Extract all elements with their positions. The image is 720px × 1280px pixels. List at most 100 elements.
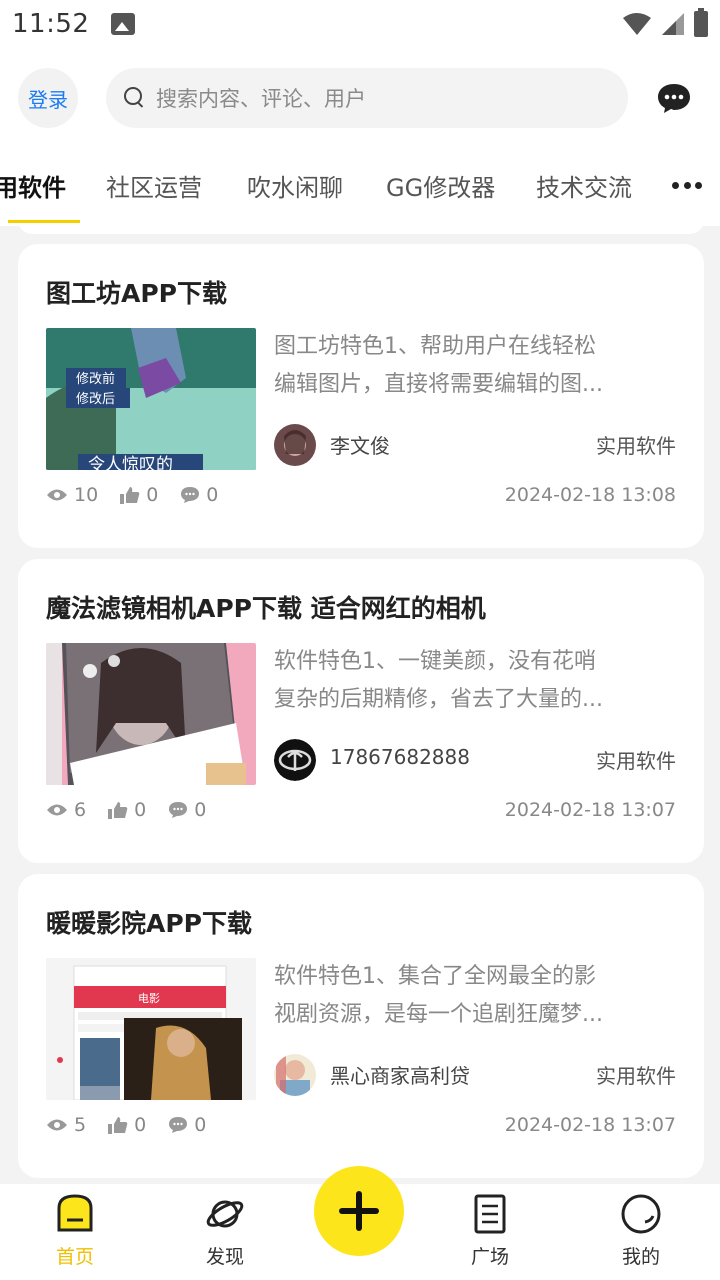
post-timestamp: 2024-02-18 13:07	[504, 799, 676, 821]
comment-icon	[169, 1117, 188, 1133]
comment-icon	[181, 487, 200, 503]
comments-count: 0	[194, 799, 207, 821]
likes-count: 0	[134, 1114, 147, 1136]
post-excerpt: 图工坊特色1、帮助用户在线轻松 编辑图片，直接将需要编辑的图...	[274, 328, 674, 404]
views-stat: 10	[46, 484, 98, 506]
eye-icon	[47, 804, 67, 816]
plus-icon	[339, 1191, 379, 1231]
excerpt-line: 软件特色1、一键美颜，没有花哨	[274, 649, 596, 674]
home-icon	[57, 1194, 93, 1232]
nav-discover-label: 发现	[205, 1246, 244, 1268]
more-icon[interactable]	[672, 182, 702, 190]
comment-icon	[169, 802, 188, 818]
views-count: 6	[74, 799, 87, 821]
thumbs-up-icon	[108, 1117, 128, 1134]
likes-stat[interactable]: 0	[108, 799, 146, 821]
gallery-notification-icon	[111, 13, 136, 35]
post-excerpt: 软件特色1、一键美颜，没有花哨 复杂的后期精修，省去了大量的...	[274, 643, 674, 719]
post-category[interactable]: 实用软件	[596, 430, 676, 459]
thumb-text-after: 修改后	[76, 392, 115, 407]
thumb-text-movie: 电影	[138, 992, 160, 1005]
eye-icon	[47, 1119, 67, 1131]
views-stat: 6	[46, 799, 86, 821]
avatar[interactable]	[274, 424, 316, 466]
nav-mine[interactable]: 我的	[591, 1194, 691, 1269]
search-input[interactable]: 搜索内容、评论、用户	[106, 68, 628, 128]
thumbs-up-icon	[108, 802, 128, 819]
thumbs-up-icon	[120, 487, 140, 504]
post-card[interactable]: 图工坊APP下载 修改前 修改后 令人惊叹的 图工坊特色1、帮助用户在线轻松 编…	[18, 244, 704, 548]
post-category[interactable]: 实用软件	[596, 745, 676, 774]
post-feed[interactable]: 图工坊APP下载 修改前 修改后 令人惊叹的 图工坊特色1、帮助用户在线轻松 编…	[0, 226, 720, 1184]
comments-stat[interactable]: 0	[168, 1114, 206, 1136]
views-count: 5	[74, 1114, 87, 1136]
tab-chat[interactable]: 吹水闲聊	[247, 168, 343, 203]
comments-stat[interactable]: 0	[168, 799, 206, 821]
post-stats: 5 0 0	[46, 1114, 228, 1136]
previous-post-card	[18, 226, 704, 234]
nav-mine-label: 我的	[621, 1246, 660, 1268]
post-title: 魔法滤镜相机APP下载 适合网红的相机	[46, 594, 486, 623]
excerpt-line: 软件特色1、集合了全网最全的影	[274, 964, 596, 989]
views-count: 10	[74, 484, 99, 506]
post-card[interactable]: 暖暖影院APP下载 电影 软件特色1、集合了全网最全的影 视剧资源，是每一个追剧…	[18, 874, 704, 1178]
excerpt-line: 复杂的后期精修，省去了大量的...	[274, 687, 603, 712]
nav-home[interactable]: 首页	[25, 1194, 125, 1269]
likes-stat[interactable]: 0	[120, 484, 158, 506]
author-name[interactable]: 17867682888	[330, 745, 470, 769]
likes-count: 0	[134, 799, 147, 821]
post-title: 暖暖影院APP下载	[46, 909, 252, 938]
nav-home-label: 首页	[55, 1246, 94, 1268]
search-icon	[124, 87, 146, 109]
post-thumbnail[interactable]	[46, 643, 256, 785]
post-card[interactable]: 魔法滤镜相机APP下载 适合网红的相机 软件特色1、一键美颜，没有花哨 复杂的后…	[18, 559, 704, 863]
post-stats: 10 0 0	[46, 484, 240, 506]
status-time: 11:52	[12, 9, 90, 39]
bottom-nav: 首页 发现 广场 我的	[0, 1166, 720, 1280]
category-tabs: 用软件 社区运营 吹水闲聊 GG修改器 技术交流	[0, 150, 720, 226]
thumb-text-amazing: 令人惊叹的	[88, 455, 173, 470]
login-button[interactable]: 登录	[18, 68, 78, 128]
planet-icon	[206, 1200, 244, 1228]
tab-gg-modifier[interactable]: GG修改器	[386, 168, 495, 203]
likes-count: 0	[146, 484, 159, 506]
eye-icon	[47, 489, 67, 501]
post-timestamp: 2024-02-18 13:08	[504, 484, 676, 506]
avatar[interactable]	[274, 739, 316, 781]
post-thumbnail[interactable]: 修改前 修改后 令人惊叹的	[46, 328, 256, 470]
add-post-button[interactable]	[314, 1166, 404, 1256]
excerpt-line: 图工坊特色1、帮助用户在线轻松	[274, 334, 596, 359]
avatar[interactable]	[274, 1054, 316, 1096]
status-icons	[622, 8, 708, 37]
tab-community[interactable]: 社区运营	[106, 168, 202, 203]
post-title: 图工坊APP下载	[46, 279, 227, 308]
likes-stat[interactable]: 0	[108, 1114, 146, 1136]
search-placeholder: 搜索内容、评论、用户	[156, 87, 366, 111]
message-icon[interactable]	[656, 82, 692, 114]
author-name[interactable]: 李文俊	[330, 430, 390, 459]
author-name[interactable]: 黑心商家高利贷	[330, 1060, 470, 1089]
header: 登录 搜索内容、评论、用户	[0, 66, 720, 130]
comments-count: 0	[194, 1114, 207, 1136]
status-bar: 11:52	[0, 0, 720, 48]
tab-useful-software[interactable]: 用软件	[0, 168, 66, 203]
nav-square[interactable]: 广场	[440, 1194, 540, 1269]
wifi-icon	[623, 13, 651, 35]
nav-square-label: 广场	[470, 1246, 509, 1268]
post-excerpt: 软件特色1、集合了全网最全的影 视剧资源，是每一个追剧狂魔梦...	[274, 958, 674, 1034]
nav-discover[interactable]: 发现	[175, 1194, 275, 1269]
excerpt-line: 编辑图片，直接将需要编辑的图...	[274, 372, 603, 397]
comments-count: 0	[206, 484, 219, 506]
post-timestamp: 2024-02-18 13:07	[504, 1114, 676, 1136]
smiley-icon	[621, 1194, 661, 1234]
comments-stat[interactable]: 0	[180, 484, 218, 506]
active-tab-indicator	[8, 220, 80, 223]
battery-icon	[694, 8, 708, 37]
tab-tech[interactable]: 技术交流	[536, 168, 632, 203]
views-stat: 5	[46, 1114, 86, 1136]
excerpt-line: 视剧资源，是每一个追剧狂魔梦...	[274, 1002, 603, 1027]
post-category[interactable]: 实用软件	[596, 1060, 676, 1089]
post-thumbnail[interactable]: 电影	[46, 958, 256, 1100]
thumb-text-before: 修改前	[76, 371, 115, 387]
document-icon	[474, 1194, 506, 1234]
